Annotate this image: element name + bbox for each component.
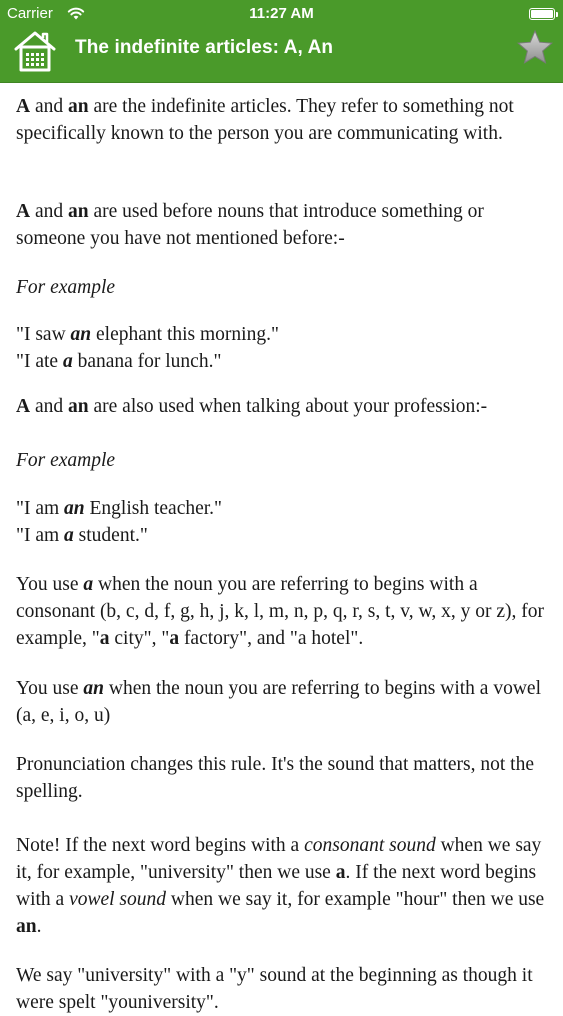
bold-term: A bbox=[16, 396, 31, 417]
text: and bbox=[30, 201, 68, 222]
paragraph-usage: A and an are used before nouns that intr… bbox=[16, 198, 550, 252]
emphasis-term: a bbox=[64, 525, 74, 546]
text: Note! If the next word begins with a bbox=[16, 835, 305, 856]
paragraph-vowel-rule: You use an when the noun you are referri… bbox=[16, 675, 550, 729]
bold-term: a bbox=[335, 862, 346, 883]
example-sentences: "I am an English teacher." "I am a studen… bbox=[16, 495, 550, 549]
home-button[interactable] bbox=[12, 28, 58, 74]
text: "I saw bbox=[16, 324, 71, 345]
text: when we say it, for example "hour" then … bbox=[166, 889, 545, 910]
bold-term: A bbox=[16, 96, 31, 117]
text: elephant this morning." bbox=[91, 324, 279, 345]
text: English teacher." bbox=[84, 498, 223, 519]
paragraph-pronunciation: Pronunciation changes this rule. It's th… bbox=[16, 754, 534, 802]
text: For example bbox=[16, 450, 116, 471]
example-label: For example bbox=[16, 274, 550, 301]
bold-term: an bbox=[68, 201, 89, 222]
nav-bar: The indefinite articles: A, An bbox=[0, 28, 563, 83]
text: "I ate bbox=[16, 351, 63, 372]
text: "I am bbox=[16, 525, 65, 546]
paragraph-intro: A and an are the indefinite articles. Th… bbox=[16, 93, 550, 147]
emphasis-term: an bbox=[70, 324, 92, 345]
text: city", " bbox=[109, 628, 170, 649]
emphasis-term: an bbox=[83, 678, 104, 699]
status-bar: Carrier 11:27 AM bbox=[0, 0, 563, 28]
text: are also used when talking about your pr… bbox=[88, 396, 488, 417]
text: You use bbox=[16, 678, 84, 699]
bold-term: an bbox=[68, 396, 89, 417]
example-sentences: "I saw an elephant this morning." "I ate … bbox=[16, 321, 550, 375]
italic-term: consonant sound bbox=[304, 835, 436, 856]
text: student." bbox=[73, 525, 148, 546]
bold-term: an bbox=[68, 96, 89, 117]
text: banana for lunch." bbox=[72, 351, 222, 372]
text: "I am bbox=[16, 498, 65, 519]
star-icon bbox=[516, 29, 554, 64]
favorite-button[interactable] bbox=[515, 28, 555, 68]
text: . bbox=[36, 916, 42, 937]
paragraph-profession: A and an are also used when talking abou… bbox=[16, 393, 550, 420]
text: and bbox=[30, 96, 68, 117]
italic-term: vowel sound bbox=[69, 889, 167, 910]
text: You use bbox=[16, 574, 84, 595]
paragraph-note: Note! If the next word begins with a con… bbox=[16, 832, 550, 940]
home-icon bbox=[14, 31, 56, 72]
battery-icon bbox=[529, 8, 558, 20]
clock: 11:27 AM bbox=[249, 5, 314, 22]
example-label: For example bbox=[16, 447, 550, 474]
paragraph-university-example: We say "university" with a "y" sound at … bbox=[16, 965, 533, 1013]
emphasis-term: a bbox=[62, 351, 73, 372]
emphasis-term: a bbox=[83, 574, 94, 595]
bold-term: a bbox=[99, 628, 110, 649]
emphasis-term: an bbox=[64, 498, 85, 519]
bold-term: A bbox=[16, 201, 31, 222]
text: For example bbox=[16, 277, 116, 298]
page-title: The indefinite articles: A, An bbox=[75, 37, 334, 58]
text: are the indefinite articles. They refer … bbox=[16, 96, 514, 144]
text: and bbox=[30, 396, 68, 417]
paragraph-consonant-rule: You use a when the noun you are referrin… bbox=[16, 571, 550, 652]
bold-term: a bbox=[169, 628, 180, 649]
bold-term: an bbox=[16, 916, 37, 937]
text: factory", and "a hotel". bbox=[179, 628, 364, 649]
